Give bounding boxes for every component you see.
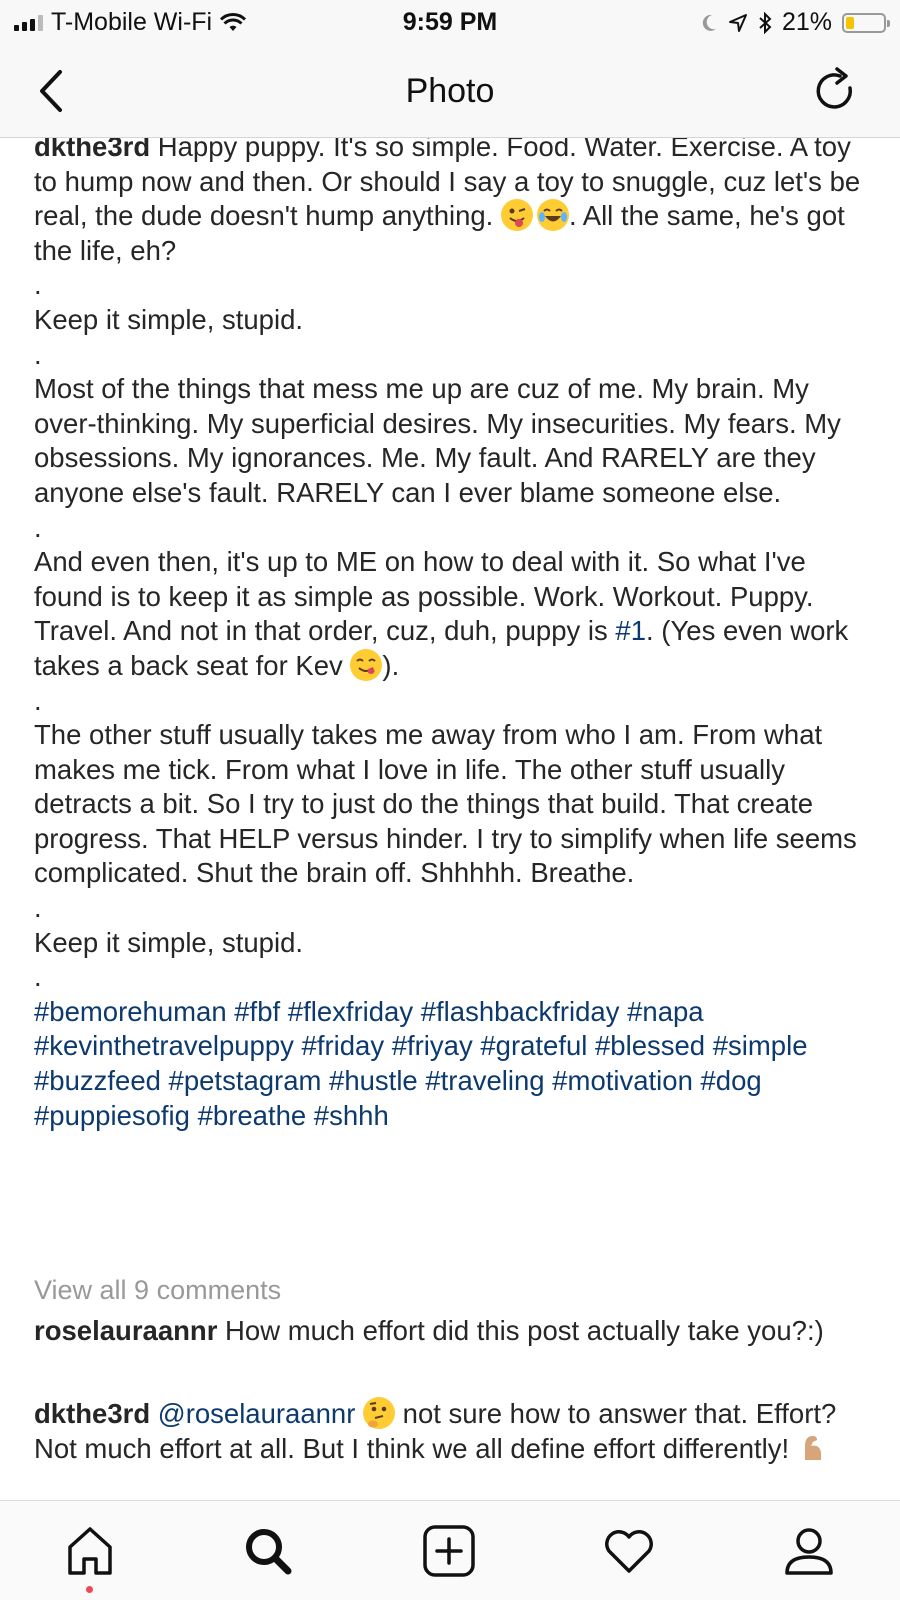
caption-paragraph-4-end: ). bbox=[382, 649, 400, 681]
refresh-icon[interactable] bbox=[810, 66, 860, 116]
comment: roselauraannr How much effort did this p… bbox=[34, 1314, 874, 1349]
caption-paragraph-2: Keep it simple, stupid. bbox=[34, 303, 304, 335]
bluetooth-icon bbox=[759, 11, 772, 34]
flexed-biceps-emoji bbox=[797, 1432, 829, 1464]
nav-bar: Photo bbox=[0, 46, 900, 138]
caption-username[interactable]: dkthe3rd bbox=[34, 138, 150, 162]
caption-paragraph-3: Most of the things that mess me up are c… bbox=[34, 373, 849, 508]
hashtag-link[interactable]: #1 bbox=[615, 615, 646, 646]
post-content[interactable]: dkthe3rd Happy puppy. It's so simple. Fo… bbox=[0, 138, 900, 1500]
battery-percent: 21% bbox=[781, 8, 832, 36]
caption-dot: . bbox=[34, 269, 42, 301]
home-icon[interactable] bbox=[62, 1523, 118, 1579]
comment-mention[interactable]: @roselauraannr bbox=[158, 1398, 356, 1429]
comment: dkthe3rd @roselauraannr not sure how to … bbox=[34, 1397, 874, 1466]
activity-heart-icon[interactable] bbox=[601, 1523, 657, 1579]
caption-paragraph-5: The other stuff usually takes me away fr… bbox=[34, 719, 865, 889]
caption-dot: . bbox=[34, 684, 42, 716]
tears-of-joy-emoji bbox=[536, 199, 569, 232]
comment-username[interactable]: roselauraannr bbox=[34, 1315, 217, 1346]
notification-dot bbox=[86, 1586, 93, 1593]
tab-bar bbox=[0, 1500, 900, 1600]
caption-dot: . bbox=[34, 338, 42, 370]
status-bar-right: 21% bbox=[700, 8, 890, 37]
search-icon[interactable] bbox=[240, 1523, 296, 1579]
status-bar: T-Mobile Wi-Fi 9:59 PM 21% bbox=[0, 0, 900, 46]
post-caption: dkthe3rd Happy puppy. It's so simple. Fo… bbox=[34, 138, 874, 1133]
page-title: Photo bbox=[405, 72, 495, 110]
battery-level-fill bbox=[846, 16, 854, 29]
caption-dot: . bbox=[34, 892, 42, 924]
thinking-face-emoji bbox=[363, 1397, 396, 1429]
location-arrow-icon bbox=[728, 13, 747, 32]
profile-icon[interactable] bbox=[781, 1523, 837, 1579]
comment-username[interactable]: dkthe3rd bbox=[34, 1398, 150, 1429]
moon-icon bbox=[702, 14, 716, 31]
caption-dot: . bbox=[34, 511, 42, 543]
caption-dot: . bbox=[34, 961, 42, 993]
caption-hashtags[interactable]: #bemorehuman #fbf #flexfriday #flashback… bbox=[34, 996, 815, 1131]
winking-tongue-face-emoji bbox=[500, 199, 533, 232]
view-all-comments-link[interactable]: View all 9 comments bbox=[34, 1275, 281, 1306]
caption-paragraph-6: Keep it simple, stupid. bbox=[34, 926, 304, 958]
add-post-icon[interactable] bbox=[421, 1523, 477, 1579]
comment-text: How much effort did this post actually t… bbox=[217, 1315, 824, 1346]
battery-icon bbox=[842, 12, 890, 33]
comment-text: not sure how to answer that. Effort? Not… bbox=[34, 1398, 837, 1464]
yum-face-emoji bbox=[350, 648, 383, 681]
